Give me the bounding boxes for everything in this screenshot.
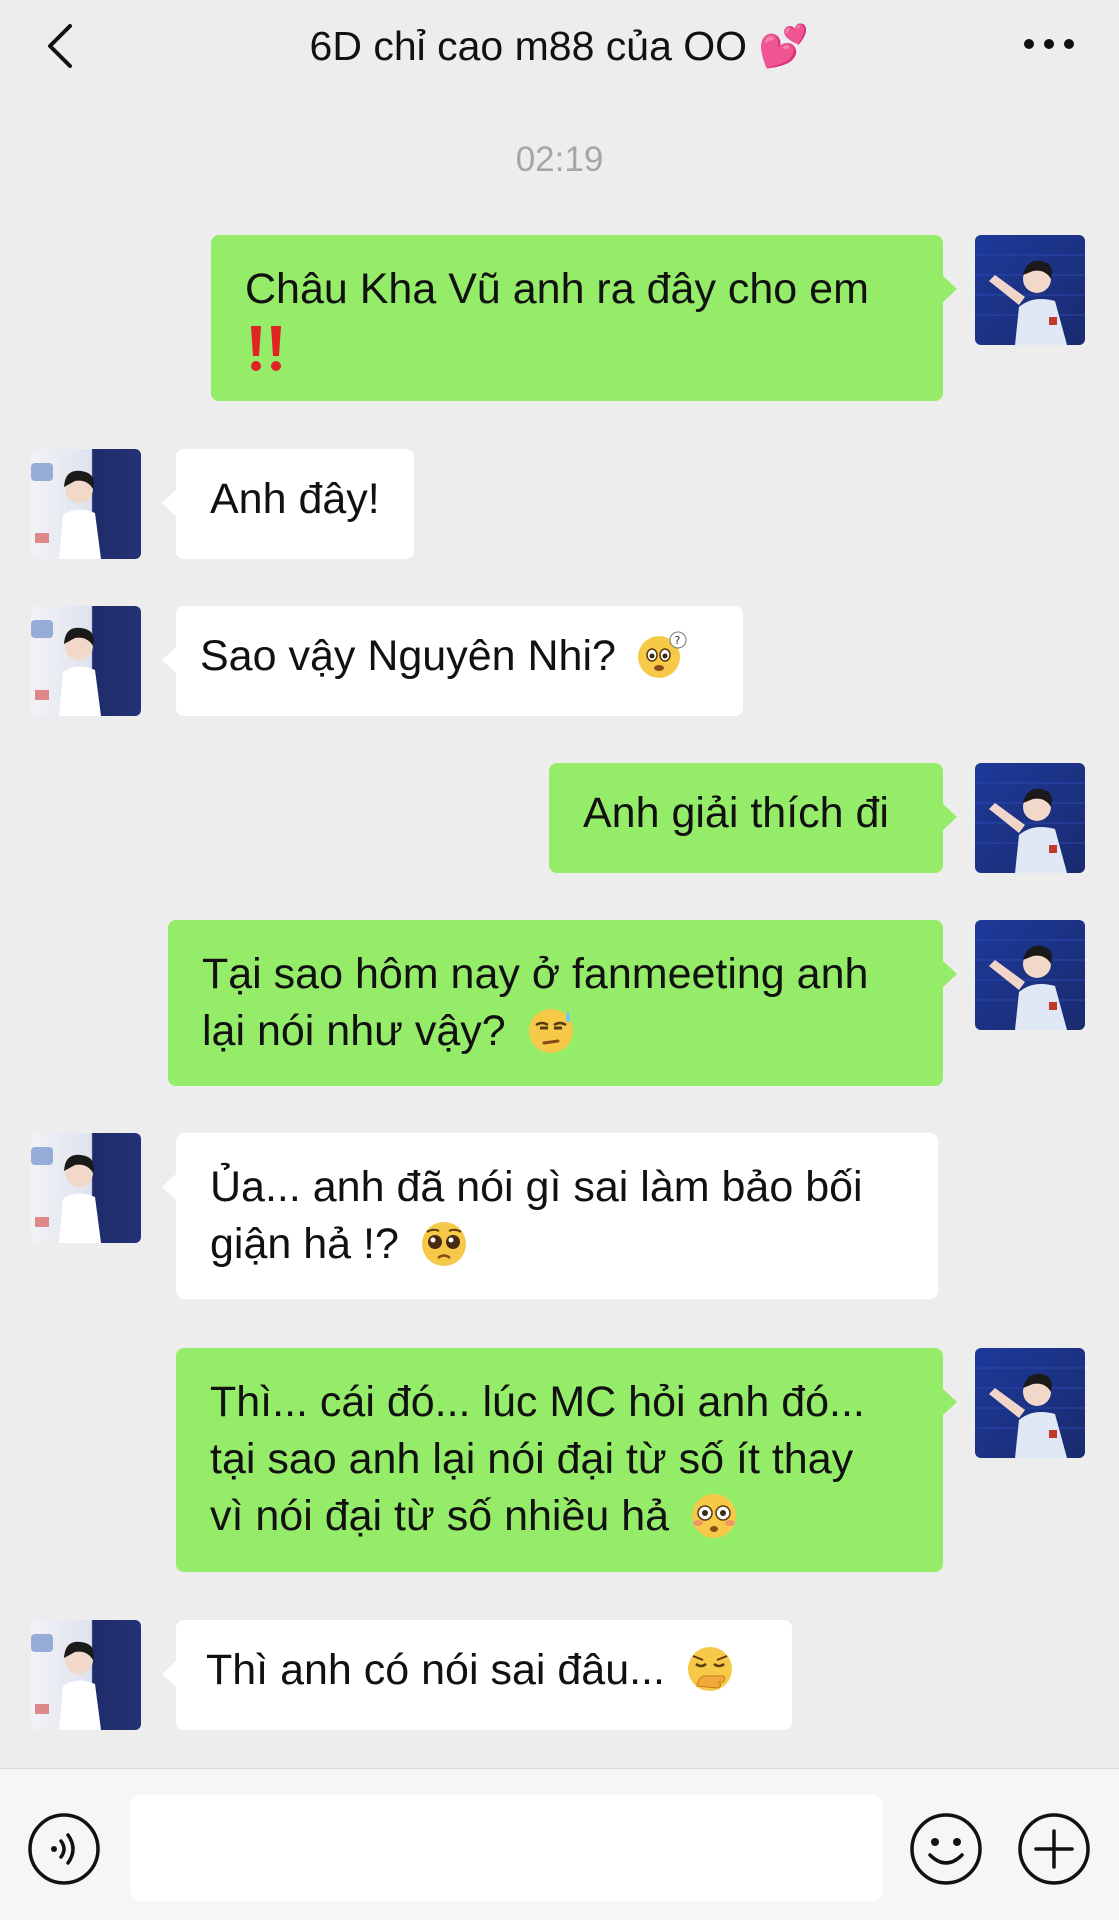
message-text: Thì anh có nói sai đâu... [206, 1646, 665, 1694]
message-bubble[interactable]: Tại sao hôm nay ở fanmeeting anh lại nói… [168, 920, 957, 1086]
message-text-line: Tại sao hôm nay ở fanmeeting anh [202, 950, 869, 998]
message-bubble[interactable]: Châu Kha Vũ anh ra đây cho em [211, 235, 957, 401]
emoji-smile-icon [910, 1813, 982, 1885]
my-avatar[interactable] [975, 920, 1085, 1030]
back-button[interactable] [38, 18, 88, 74]
message-text-line: vì nói đại từ số nhiều hả [210, 1492, 670, 1540]
message-text-line: Thì... cái đó... lúc MC hỏi anh đó... [210, 1378, 865, 1426]
contact-photo-icon [31, 1133, 141, 1243]
voice-icon [28, 1813, 100, 1885]
message-text: Anh giải thích đi [583, 789, 889, 837]
contact-photo-icon [31, 606, 141, 716]
message-bubble[interactable]: Anh đây! [162, 449, 414, 559]
contact-avatar[interactable] [31, 1133, 141, 1243]
contact-avatar[interactable] [31, 1620, 141, 1730]
message-bubble[interactable]: Thì anh có nói sai đâu... [162, 1620, 792, 1730]
contact-photo-icon [31, 1620, 141, 1730]
input-bar [0, 1768, 1119, 1920]
contact-avatar[interactable] [31, 449, 141, 559]
chevron-left-icon [48, 24, 72, 68]
message-text: Sao vậy Nguyên Nhi? [200, 632, 616, 680]
message-text-line: tại sao anh lại nói đại từ số ít thay [210, 1435, 854, 1483]
contact-photo-icon [31, 449, 141, 559]
message-text: Anh đây! [210, 475, 380, 523]
double-exclamation-emoji [245, 322, 291, 376]
confused-emoji [634, 628, 688, 682]
message-text-line: giận hả !? [210, 1220, 399, 1268]
voice-button[interactable] [26, 1811, 102, 1887]
message-text-line: lại nói như vậy? [202, 1007, 506, 1055]
emoji-button[interactable] [908, 1811, 984, 1887]
message-bubble[interactable]: Sao vậy Nguyên Nhi? [162, 606, 743, 716]
user-photo-icon [975, 235, 1085, 345]
hand-over-mouth-emoji [683, 1642, 737, 1696]
chat-title: 6D chỉ cao m88 của OO 💕 [309, 23, 810, 69]
pleading-emoji [417, 1216, 471, 1270]
plus-button[interactable] [1016, 1811, 1092, 1887]
chat-header: 6D chỉ cao m88 của OO 💕 [0, 0, 1119, 92]
message-timestamp: 02:19 [515, 140, 604, 179]
user-photo-icon [975, 1348, 1085, 1458]
sweat-eyeroll-emoji [524, 1003, 578, 1057]
my-avatar[interactable] [975, 235, 1085, 345]
my-avatar[interactable] [975, 763, 1085, 873]
user-photo-icon [975, 920, 1085, 1030]
flushed-emoji [687, 1488, 741, 1542]
contact-avatar[interactable] [31, 606, 141, 716]
user-photo-icon [975, 763, 1085, 873]
message-bubble[interactable]: Ủa... anh đã nói gì sai làm bảo bối giận… [162, 1133, 938, 1299]
my-avatar[interactable] [975, 1348, 1085, 1458]
message-text-line: Ủa... anh đã nói gì sai làm bảo bối [210, 1163, 863, 1211]
message-bubble[interactable]: Anh giải thích đi [549, 763, 957, 873]
message-input[interactable] [130, 1795, 882, 1901]
plus-icon [1018, 1813, 1090, 1885]
message-bubble[interactable]: Thì... cái đó... lúc MC hỏi anh đó... tạ… [176, 1348, 957, 1572]
more-button[interactable] [1019, 26, 1079, 62]
message-text: Châu Kha Vũ anh ra đây cho em [245, 265, 869, 313]
more-dots-icon [1024, 39, 1074, 49]
